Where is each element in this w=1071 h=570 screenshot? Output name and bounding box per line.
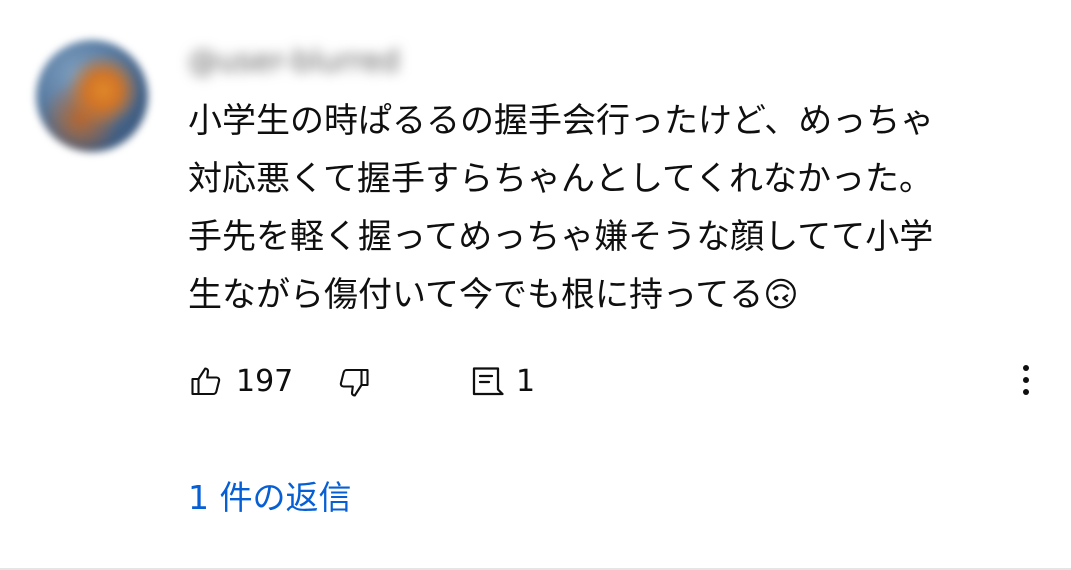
more-actions-button[interactable]	[1014, 358, 1038, 406]
comment-text-line: 手先を軽く握ってめっちゃ嫌そうな顔してて小学	[188, 217, 934, 257]
thumbs-up-icon	[188, 364, 224, 400]
comment-text-line: 生ながら傷付いて今でも根に持ってる🙃	[188, 275, 799, 315]
dislike-button[interactable]	[336, 358, 372, 406]
author-name[interactable]: @user-blurred	[188, 40, 400, 84]
reply-button[interactable]: 1	[468, 358, 535, 406]
comment-text-line: 対応悪くて握手すらちゃんとしてくれなかった。	[188, 159, 933, 199]
reply-count: 1	[516, 364, 536, 399]
thumbs-down-icon	[336, 364, 372, 400]
like-count: 197	[236, 364, 294, 399]
avatar[interactable]	[36, 40, 148, 152]
view-replies-link[interactable]: 1 件の返信	[188, 474, 352, 522]
more-vertical-icon	[1022, 364, 1030, 400]
comment-text-line: 小学生の時ぱるるの握手会行ったけど、めっちゃ	[188, 101, 935, 141]
comment-text: 小学生の時ぱるるの握手会行ったけど、めっちゃ 対応悪くて握手すらちゃんとしてくれ…	[188, 92, 1038, 324]
comment-icon	[468, 364, 504, 400]
like-button[interactable]: 197	[188, 358, 293, 406]
comment-action-bar: 197 1	[188, 358, 1048, 406]
